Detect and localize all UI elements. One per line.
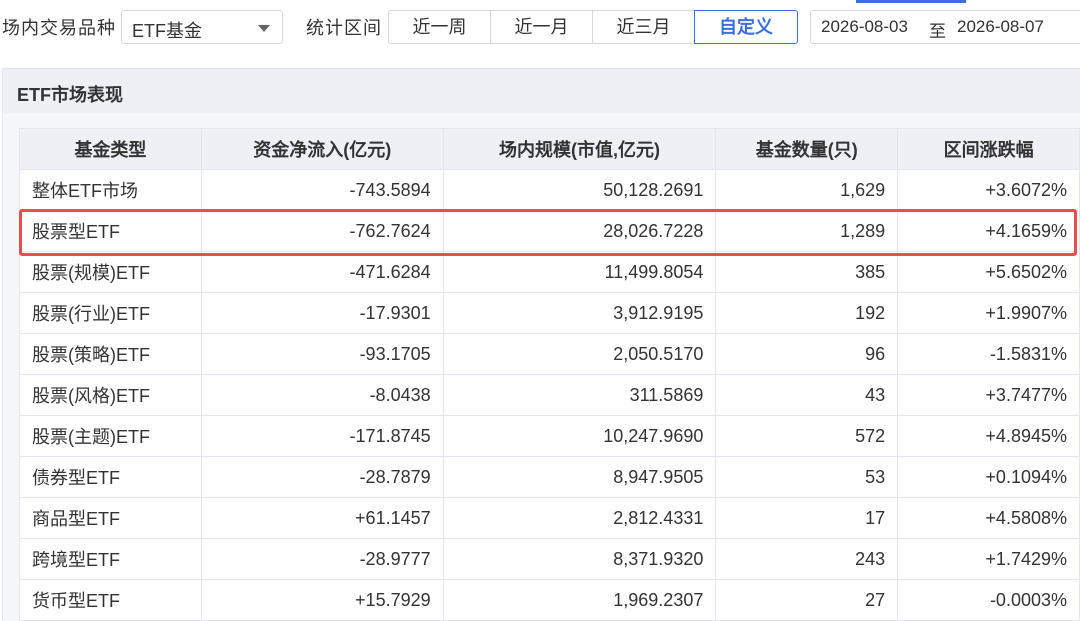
market-scale-cell: 28,026.7228 (442, 210, 717, 252)
fund-type-cell: 股票(风格)ETF (19, 374, 202, 416)
market-scale-cell: 8,371.9320 (442, 538, 717, 580)
table-header-row: 基金类型 资金净流入(亿元) 场内规模(市值,亿元) 基金数量(只) 区间涨跌幅 (19, 128, 1080, 170)
market-scale-cell: 2,050.5170 (442, 333, 717, 375)
net-inflow-cell: -762.7624 (200, 210, 444, 252)
date-separator: 至 (929, 22, 946, 41)
period-button-custom[interactable]: 自定义 (694, 10, 798, 44)
period-button-quarter[interactable]: 近三月 (592, 10, 695, 44)
table-row: 整体ETF市场 -743.5894 50,128.2691 1,629 +3.6072% (19, 169, 1080, 211)
table-row: 股票(规模)ETF -471.6284 11,499.8054 385 +5.6502% (19, 251, 1080, 293)
net-inflow-cell: -743.5894 (200, 169, 444, 211)
fund-count-cell: 385 (715, 251, 899, 293)
trade-type-select[interactable]: ETF基金 (121, 10, 283, 44)
header-fund-count: 基金数量(只) (715, 128, 899, 170)
net-inflow-cell: +61.1457 (200, 497, 444, 539)
period-change-cell: +3.7477% (897, 374, 1080, 416)
period-change-cell: +4.1659% (897, 210, 1080, 252)
table-row: 股票(风格)ETF -8.0438 311.5869 43 +3.7477% (19, 374, 1080, 416)
fund-count-cell: 572 (715, 415, 899, 457)
table-row: 股票(主题)ETF -171.8745 10,247.9690 572 +4.8945% (19, 415, 1080, 457)
fund-count-cell: 192 (715, 292, 899, 334)
fund-type-cell: 股票(规模)ETF (19, 251, 202, 293)
fund-count-cell: 96 (715, 333, 899, 375)
fund-count-cell: 243 (715, 538, 899, 580)
market-scale-cell: 10,247.9690 (442, 415, 717, 457)
date-start[interactable]: 2026-08-03 (821, 17, 908, 37)
period-change-cell: +1.9907% (897, 292, 1080, 334)
fund-count-cell: 1,289 (715, 210, 899, 252)
fund-type-cell: 商品型ETF (19, 497, 202, 539)
header-fund-type: 基金类型 (19, 128, 202, 170)
fund-count-cell: 27 (715, 579, 899, 621)
header-period-change: 区间涨跌幅 (897, 128, 1080, 170)
etf-performance-table: 基金类型 资金净流入(亿元) 场内规模(市值,亿元) 基金数量(只) 区间涨跌幅… (19, 128, 1080, 621)
table-row: 债券型ETF -28.7879 8,947.9505 53 +0.1094% (19, 456, 1080, 498)
net-inflow-cell: -28.9777 (200, 538, 444, 580)
chevron-down-icon (258, 25, 270, 32)
period-change-cell: +3.6072% (897, 169, 1080, 211)
period-change-cell: +4.8945% (897, 415, 1080, 457)
market-scale-cell: 3,912.9195 (442, 292, 717, 334)
active-tab-indicator (856, 0, 966, 3)
header-market-scale: 场内规模(市值,亿元) (442, 128, 717, 170)
period-change-cell: +4.5808% (897, 497, 1080, 539)
market-scale-cell: 2,812.4331 (442, 497, 717, 539)
period-button-month[interactable]: 近一月 (490, 10, 593, 44)
table-row: 股票(策略)ETF -93.1705 2,050.5170 96 -1.5831% (19, 333, 1080, 375)
net-inflow-cell: -93.1705 (200, 333, 444, 375)
table-row: 股票型ETF -762.7624 28,026.7228 1,289 +4.1659% (19, 210, 1080, 252)
net-inflow-cell: +15.7929 (200, 579, 444, 621)
market-scale-cell: 311.5869 (442, 374, 717, 416)
range-label: 统计区间 (306, 18, 382, 38)
date-end[interactable]: 2026-08-07 (957, 17, 1044, 37)
filter-toolbar: 场内交易品种 ETF基金 统计区间 近一周 近一月 近三月 自定义 2026-0… (0, 0, 1080, 56)
market-scale-cell: 11,499.8054 (442, 251, 717, 293)
table-row: 货币型ETF +15.7929 1,969.2307 27 -0.0003% (19, 579, 1080, 621)
net-inflow-cell: -28.7879 (200, 456, 444, 498)
date-range-picker[interactable]: 2026-08-03 至 2026-08-07 (810, 10, 1080, 44)
fund-count-cell: 17 (715, 497, 899, 539)
fund-type-cell: 跨境型ETF (19, 538, 202, 580)
net-inflow-cell: -8.0438 (200, 374, 444, 416)
table-row: 商品型ETF +61.1457 2,812.4331 17 +4.5808% (19, 497, 1080, 539)
header-net-inflow: 资金净流入(亿元) (200, 128, 444, 170)
fund-count-cell: 1,629 (715, 169, 899, 211)
fund-count-cell: 43 (715, 374, 899, 416)
panel-header: ETF市场表现 (3, 69, 1080, 113)
period-change-cell: +0.1094% (897, 456, 1080, 498)
net-inflow-cell: -471.6284 (200, 251, 444, 293)
panel-title: ETF市场表现 (17, 85, 123, 105)
table-row: 跨境型ETF -28.9777 8,371.9320 243 +1.7429% (19, 538, 1080, 580)
fund-type-cell: 股票(行业)ETF (19, 292, 202, 334)
period-change-cell: +1.7429% (897, 538, 1080, 580)
period-change-cell: -1.5831% (897, 333, 1080, 375)
fund-type-cell: 货币型ETF (19, 579, 202, 621)
period-change-cell: +5.6502% (897, 251, 1080, 293)
market-scale-cell: 50,128.2691 (442, 169, 717, 211)
period-button-week[interactable]: 近一周 (388, 10, 491, 44)
net-inflow-cell: -17.9301 (200, 292, 444, 334)
fund-type-cell: 股票(策略)ETF (19, 333, 202, 375)
fund-type-cell: 股票型ETF (19, 210, 202, 252)
fund-count-cell: 53 (715, 456, 899, 498)
market-scale-cell: 1,969.2307 (442, 579, 717, 621)
trade-type-label: 场内交易品种 (2, 18, 116, 38)
trade-type-value: ETF基金 (132, 21, 202, 41)
table-row: 股票(行业)ETF -17.9301 3,912.9195 192 +1.9907% (19, 292, 1080, 334)
fund-type-cell: 股票(主题)ETF (19, 415, 202, 457)
net-inflow-cell: -171.8745 (200, 415, 444, 457)
fund-type-cell: 债券型ETF (19, 456, 202, 498)
period-change-cell: -0.0003% (897, 579, 1080, 621)
fund-type-cell: 整体ETF市场 (19, 169, 202, 211)
market-scale-cell: 8,947.9505 (442, 456, 717, 498)
